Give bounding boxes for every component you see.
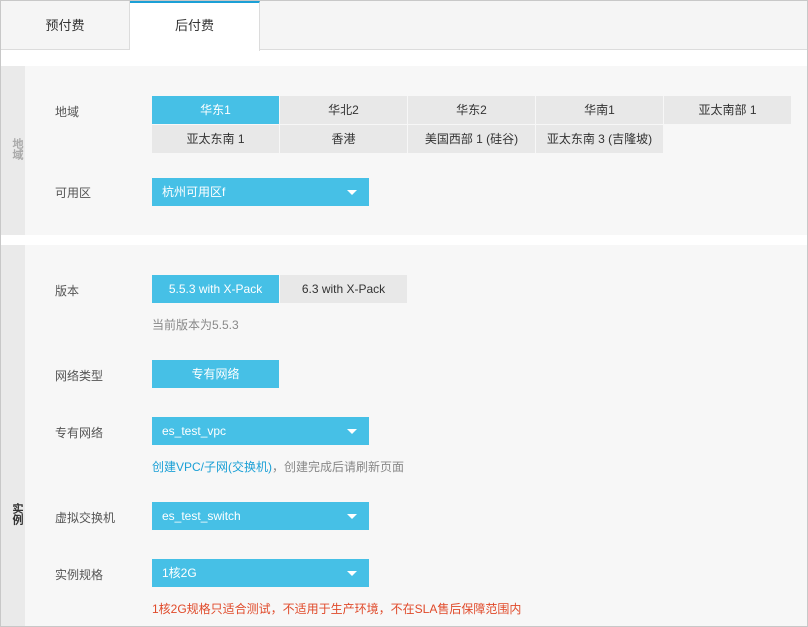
caret-down-icon: [347, 514, 357, 519]
create-vpc-link[interactable]: 创建VPC/子网(交换机): [152, 460, 272, 474]
region-option[interactable]: 香港: [280, 125, 407, 153]
billing-tabbar: 预付费 后付费: [1, 1, 807, 51]
zone-label: 可用区: [55, 186, 92, 200]
version-hint: 当前版本为5.5.3: [152, 318, 239, 332]
version-option[interactable]: 5.5.3 with X-Pack: [152, 275, 279, 303]
region-option[interactable]: 亚太东南 3 (吉隆坡): [536, 125, 663, 153]
vswitch-label: 虚拟交换机: [55, 511, 116, 525]
region-label: 地域: [55, 105, 80, 119]
region-option[interactable]: 亚太东南 1: [152, 125, 279, 153]
region-option[interactable]: 华南1: [536, 96, 663, 124]
region-side-bar: 地域: [1, 66, 25, 235]
version-label: 版本: [55, 284, 80, 298]
spec-select-value: 1核2G: [162, 566, 197, 580]
vpc-select-value: es_test_vpc: [162, 424, 227, 438]
vswitch-select[interactable]: es_test_switch: [152, 502, 369, 530]
region-side-label: 地域: [11, 138, 23, 160]
caret-down-icon: [347, 190, 357, 195]
region-option[interactable]: 亚太南部 1: [664, 96, 791, 124]
spec-select[interactable]: 1核2G: [152, 559, 369, 587]
caret-down-icon: [347, 571, 357, 576]
vswitch-select-value: es_test_switch: [162, 509, 241, 523]
zone-select-value: 杭州可用区f: [162, 185, 226, 199]
caret-down-icon: [347, 429, 357, 434]
network-type-label: 网络类型: [55, 369, 104, 383]
instance-side-label: 实例: [11, 503, 23, 525]
version-option[interactable]: 6.3 with X-Pack: [280, 275, 407, 303]
tab-postpaid[interactable]: 后付费: [130, 1, 260, 51]
region-option[interactable]: 华东2: [408, 96, 535, 124]
network-type-option[interactable]: 专有网络: [152, 360, 279, 388]
zone-select[interactable]: 杭州可用区f: [152, 178, 369, 206]
vpc-label: 专有网络: [55, 426, 104, 440]
spec-warning: 1核2G规格只适合测试，不适用于生产环境，不在SLA售后保障范围内: [152, 602, 522, 616]
region-option[interactable]: 华北2: [280, 96, 407, 124]
vpc-hint-text: ，创建完成后请刷新页面: [272, 460, 405, 474]
spec-label: 实例规格: [55, 568, 104, 582]
vpc-hint: 创建VPC/子网(交换机)，创建完成后请刷新页面: [152, 458, 404, 475]
region-option[interactable]: 华东1: [152, 96, 279, 124]
tab-prepaid[interactable]: 预付费: [1, 1, 130, 50]
region-option[interactable]: 美国西部 1 (硅谷): [408, 125, 535, 153]
vpc-select[interactable]: es_test_vpc: [152, 417, 369, 445]
instance-side-bar: 实例: [1, 245, 25, 626]
